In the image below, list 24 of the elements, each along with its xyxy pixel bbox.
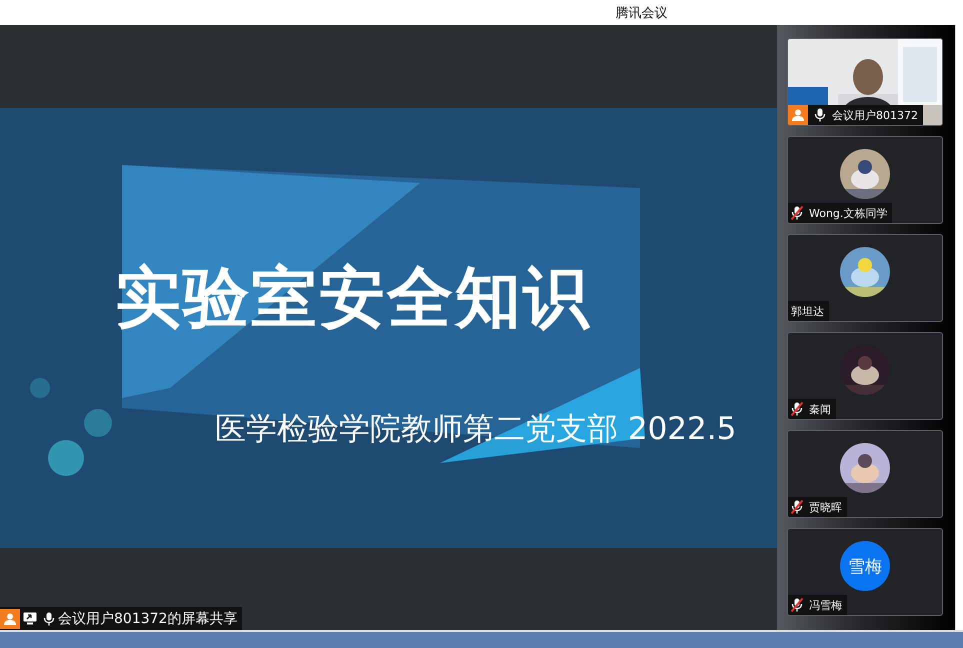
screen-share-icon: [23, 612, 37, 625]
slide-title: 实验室安全知识: [115, 258, 591, 338]
participant-tile[interactable]: 秦闻: [787, 332, 943, 420]
participant-name: 冯雪梅: [808, 598, 842, 612]
muted-mic-icon[interactable]: [791, 402, 803, 416]
muted-mic-icon[interactable]: [791, 206, 803, 220]
initials-avatar: 雪梅: [840, 541, 890, 591]
mic-icon[interactable]: [814, 108, 826, 122]
participant-tile[interactable]: 会议用户801372: [787, 38, 943, 126]
muted-mic-icon[interactable]: [791, 598, 803, 612]
screen-share-text: 会议用户801372的屏幕共享: [58, 610, 238, 628]
muted-mic-icon[interactable]: [791, 500, 803, 514]
participant-name: Wong.文栋同学: [808, 206, 888, 220]
participant-tile[interactable]: 郭坦达: [787, 234, 943, 322]
mic-icon[interactable]: [43, 612, 55, 626]
participant-name: 秦闻: [808, 402, 831, 416]
participant-name: 会议用户801372: [831, 108, 918, 122]
window-title: 腾讯会议: [616, 4, 668, 22]
participant-name: 郭坦达: [790, 304, 824, 318]
participant-name: 贾晓晖: [808, 500, 842, 514]
participant-tile[interactable]: Wong.文栋同学: [787, 136, 943, 224]
participant-tile[interactable]: 贾晓晖: [787, 430, 943, 518]
slide-subtitle: 医学检验学院教师第二党支部 2022.5: [215, 410, 736, 449]
participant-tile[interactable]: 雪梅 冯雪梅: [787, 528, 943, 616]
